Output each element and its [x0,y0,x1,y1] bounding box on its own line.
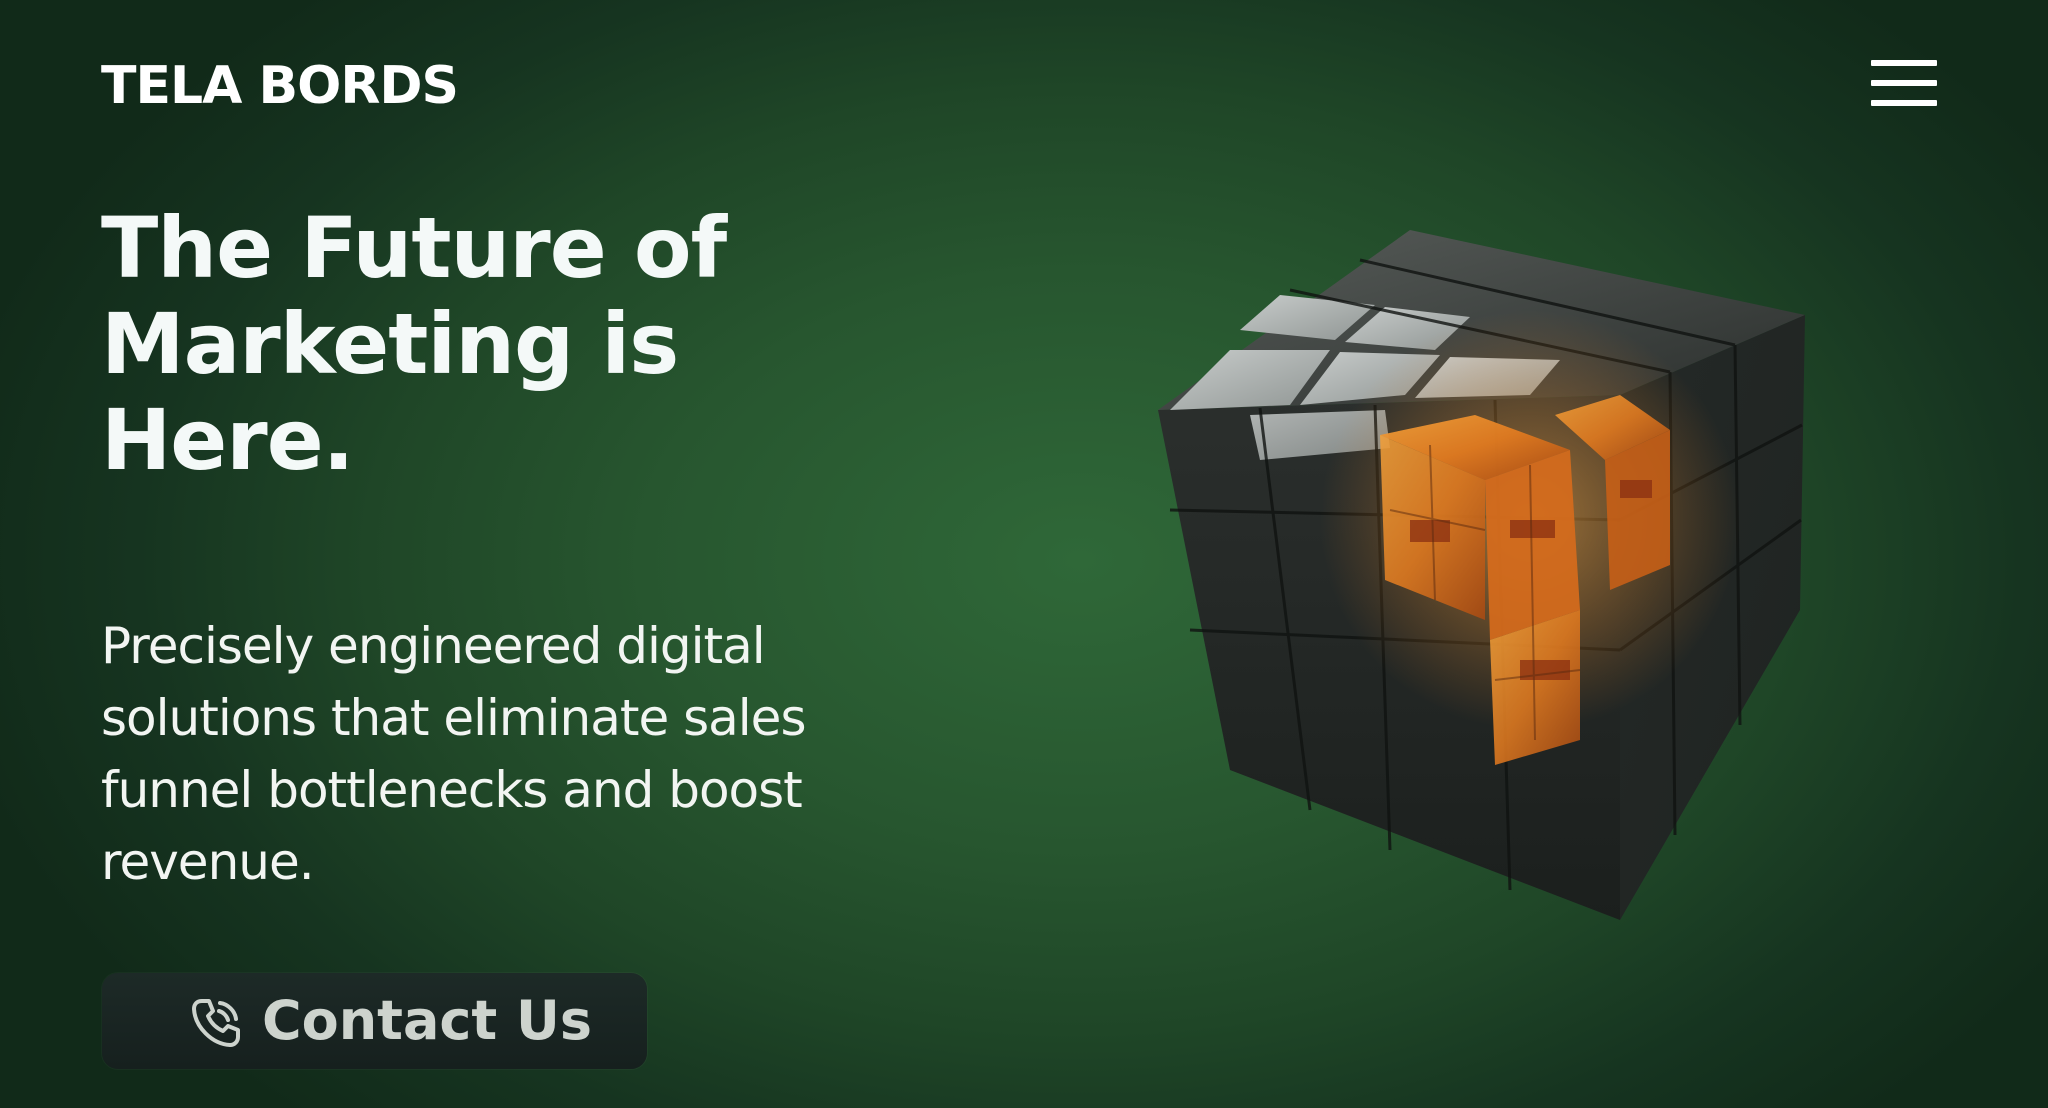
hamburger-menu-icon[interactable] [1868,58,1940,110]
contact-us-button[interactable]: Contact Us [102,973,647,1069]
cube-illustration [1158,230,1805,920]
hero-subheadline: Precisely engineered digital solutions t… [101,617,807,891]
menu-line [1871,60,1937,66]
brand-logo[interactable]: TELA BORDS [101,56,459,116]
hero-headline: The Future of Marketing is Here. [101,199,727,489]
phone-call-icon [192,999,240,1047]
menu-line [1871,100,1937,106]
menu-line [1871,80,1937,86]
contact-us-label: Contact Us [262,989,593,1052]
